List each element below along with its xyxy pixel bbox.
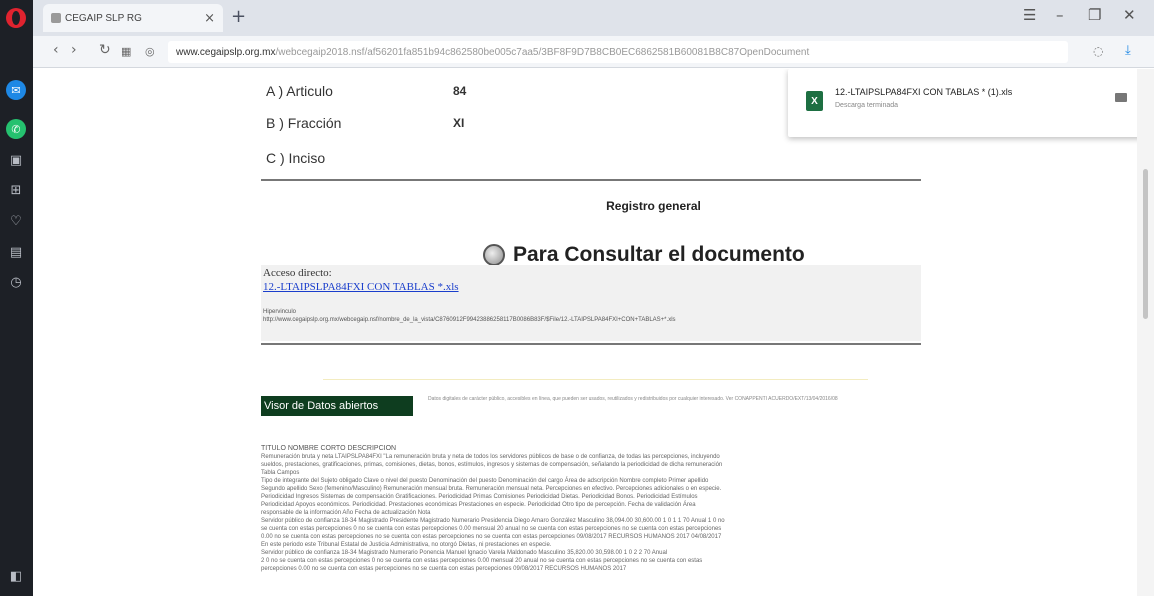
separator-line <box>323 379 868 380</box>
tab-title: CEGAIP SLP RG <box>65 12 142 24</box>
data-line: Periodicidad Apoyos económicos. Periodic… <box>261 502 696 508</box>
data-line: Periodicidad Ingresos Sistemas de compen… <box>261 494 698 500</box>
page-content: A ) Articulo 84 B ) Fracción XI C ) Inci… <box>33 69 1154 596</box>
data-line: se cuenta con estas percepciones 0 no se… <box>261 526 722 532</box>
reload-button[interactable]: ↻ <box>99 42 111 58</box>
new-tab-button[interactable]: + <box>231 6 246 27</box>
tab-close-button[interactable]: × <box>204 11 215 26</box>
whatsapp-icon[interactable]: ✆ <box>6 119 26 139</box>
data-line: Segundo apellido Sexo (femenino/Masculin… <box>261 486 722 492</box>
data-line: Tipo de integrante del Sujeto obligado C… <box>261 478 709 484</box>
hyperlink-url[interactable]: http://www.cegaipslp.org.mx/webcegaip.ns… <box>263 317 676 323</box>
snapshot-icon[interactable]: ▣ <box>6 150 26 170</box>
download-popup: X 12.-LTAIPSLPA84FXI CON TABLAS * (1).xl… <box>788 69 1154 137</box>
opera-sidebar: ✉ ✆ ▣ ⊞ ♡ ▤ ◷ ◧ <box>0 0 33 596</box>
consult-heading: Para Consultar el documento <box>483 243 805 267</box>
divider <box>261 343 921 345</box>
data-line: Tabla Campos <box>261 470 300 476</box>
scrollbar[interactable] <box>1137 69 1154 596</box>
messenger-icon[interactable]: ✉ <box>6 80 26 100</box>
news-icon[interactable]: ▤ <box>6 242 26 262</box>
field-value: 84 <box>453 84 467 98</box>
visor-datos-abiertos-button[interactable]: Visor de Datos abiertos <box>261 396 413 416</box>
tab-strip: CEGAIP SLP RG × + ☰ – ❐ ✕ <box>33 0 1154 36</box>
data-line: Remuneración bruta y neta LTAIPSLPA84FXI… <box>261 454 720 460</box>
url-path: /webcegaip2018.nsf/af56201fa851b94c86258… <box>275 46 810 58</box>
data-line: responsable de la información Año Fecha … <box>261 510 431 516</box>
address-bar: ‹ › ↻ ▦ ◎ www.cegaipslp.org.mx /webcegai… <box>33 36 1154 68</box>
back-button[interactable]: ‹ <box>53 42 59 58</box>
speed-dial-icon[interactable]: ⊞ <box>6 180 26 200</box>
minimize-button[interactable]: – <box>1056 6 1064 24</box>
site-info-icon[interactable]: ◎ <box>145 45 155 58</box>
access-box: Acceso directo: 12.-LTAIPSLPA84FXI CON T… <box>261 265 921 341</box>
history-icon[interactable]: ◷ <box>6 272 26 292</box>
field-label: B ) Fracción <box>266 115 342 131</box>
scrollbar-thumb[interactable] <box>1143 169 1148 319</box>
data-line: 0.00 no se cuenta con estas percepciones… <box>261 534 722 540</box>
opera-logo-icon[interactable] <box>6 8 26 28</box>
favicon-icon <box>51 13 61 23</box>
download-file-name[interactable]: 12.-LTAIPSLPA84FXI CON TABLAS * (1).xls <box>835 87 1012 97</box>
url-host: www.cegaipslp.org.mx <box>176 46 276 58</box>
consult-title-text: Para Consultar el documento <box>513 243 805 266</box>
data-line: Servidor público de confianza 18-34 Magi… <box>261 518 725 524</box>
download-icon[interactable]: ⤓ <box>1125 43 1131 58</box>
visor-description: Datos digitales de carácter público, acc… <box>428 396 838 402</box>
data-line: 2 0 no se cuenta con estas percepciones … <box>261 558 703 564</box>
magnifier-icon <box>483 244 505 266</box>
shield-icon[interactable]: ◌ <box>1093 44 1103 58</box>
download-status: Descarga terminada <box>835 102 899 109</box>
folder-icon[interactable] <box>1115 93 1127 102</box>
field-label: C ) Inciso <box>266 150 326 166</box>
sidebar-toggle-icon[interactable]: ◧ <box>6 566 26 586</box>
registro-title: Registro general <box>606 199 701 213</box>
tab-cegaip[interactable]: CEGAIP SLP RG × <box>43 4 223 32</box>
data-line: Servidor público de confianza 18-34 Magi… <box>261 550 668 556</box>
data-line: En este periodo este Tribunal Estatal de… <box>261 542 552 548</box>
forward-button[interactable]: › <box>71 42 77 58</box>
data-line: percepciones 0.00 no se cuenta con estas… <box>261 566 627 572</box>
url-field[interactable]: www.cegaipslp.org.mx /webcegaip2018.nsf/… <box>168 41 1068 63</box>
access-link[interactable]: 12.-LTAIPSLPA84FXI CON TABLAS *.xls <box>263 281 459 293</box>
data-heading: TITULO NOMBRE CORTO DESCRIPCION <box>261 445 397 452</box>
open-data-text: TITULO NOMBRE CORTO DESCRIPCION Remunera… <box>261 445 921 573</box>
field-label: A ) Articulo <box>266 83 333 99</box>
divider <box>261 179 921 181</box>
hyperlink-label: Hipervinculo <box>263 309 297 315</box>
excel-file-icon: X <box>806 91 823 111</box>
access-label: Acceso directo: <box>263 267 332 279</box>
easy-setup-icon[interactable]: ☰ <box>1023 6 1036 24</box>
restore-button[interactable]: ❐ <box>1088 6 1101 24</box>
data-line: sueldos, prestaciones, gratificaciones, … <box>261 462 723 468</box>
window-close-button[interactable]: ✕ <box>1123 6 1136 24</box>
heart-icon[interactable]: ♡ <box>6 211 26 231</box>
field-value: XI <box>453 116 465 130</box>
speed-dial-button[interactable]: ▦ <box>121 45 131 58</box>
